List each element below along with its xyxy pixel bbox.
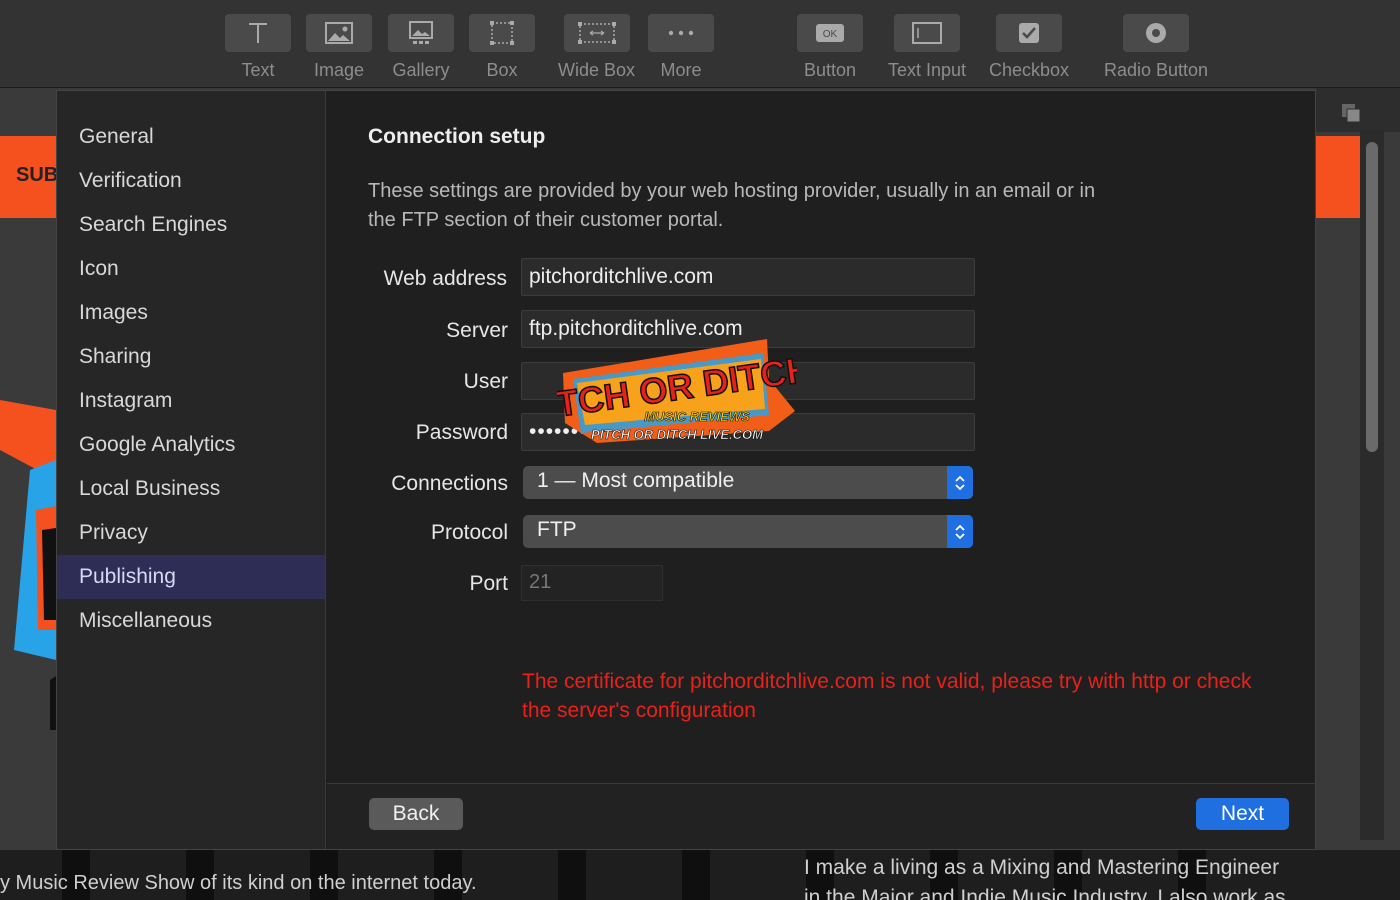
pitch-or-ditch-logo: PITCH OR DITCH MUSIC REVIEWS PITCH OR DI… [557,339,797,443]
toolbar-label: Gallery [392,60,450,80]
toolbar-image-button[interactable]: Image [306,14,372,81]
page-title: Connection setup [368,125,546,148]
sidebar-item-privacy[interactable]: Privacy [57,511,325,555]
toolbar-wide-box-button[interactable]: Wide Box [558,14,635,81]
sidebar-item-publishing[interactable]: Publishing [57,555,325,599]
toolbar-box-button[interactable]: Box [469,14,535,81]
password-label: Password [415,421,508,444]
text-icon [249,23,267,43]
protocol-label: Protocol [430,521,508,544]
text-input-icon [912,22,943,44]
more-icon [668,30,694,36]
toolbar-label: Wide Box [558,60,636,80]
connections-label: Connections [391,472,508,495]
web-address-field[interactable]: pitchorditchlive.com [521,258,975,296]
connections-select[interactable]: 1 — Most compatible [523,466,973,499]
svg-text:PITCH OR DITCH LIVE.COM: PITCH OR DITCH LIVE.COM [591,427,764,442]
site-sub-text: SUB [16,164,59,186]
checkbox-icon [1019,23,1040,43]
toolbar-label: Button [803,60,857,80]
sidebar-item-instagram[interactable]: Instagram [57,379,325,423]
site-comic-art [0,400,56,730]
button-icon: OK [816,24,844,42]
toolbar-label: Checkbox [989,60,1070,80]
toolbar-more-button[interactable]: More [648,14,714,81]
toolbar-label: More [660,60,702,80]
sidebar-item-general[interactable]: General [57,115,325,159]
sidebar-item-local-business[interactable]: Local Business [57,467,325,511]
publishing-panel: Connection setup These settings are prov… [327,91,1315,783]
sidebar-item-verification[interactable]: Verification [57,159,325,203]
radio-button-icon [1146,23,1167,43]
site-orange-banner-right [1316,136,1360,218]
box-icon [490,21,514,45]
settings-sidebar: General Verification Search Engines Icon… [57,91,326,849]
sidebar-item-icon[interactable]: Icon [57,247,325,291]
toolbar-button-button[interactable]: OK Button [797,14,863,81]
certificate-error-message: The certificate for pitchorditchlive.com… [522,670,1252,722]
toolbar-label: Text [241,60,275,80]
site-settings-dialog: General Verification Search Engines Icon… [56,90,1316,850]
toolbar-text-input-button[interactable]: Text Input [888,14,966,81]
toolbar-gallery-button[interactable]: Gallery [388,14,454,81]
toolbar-label: Box [486,60,518,80]
site-text-right-line2: in the Major and Indie Music Industry. I… [804,886,1286,900]
port-label: Port [469,572,508,595]
insert-toolbar: Text Image Gallery Box Wide Box More OK … [0,0,1400,88]
toolbar-checkbox-button[interactable]: Checkbox [989,14,1069,81]
sidebar-item-google-analytics[interactable]: Google Analytics [57,423,325,467]
site-text-right: I make a living as a Mixing and Masterin… [804,856,1280,879]
server-label: Server [446,319,508,342]
sidebar-item-miscellaneous[interactable]: Miscellaneous [57,599,325,643]
next-button[interactable]: Next [1196,798,1289,830]
toolbar-text-button[interactable]: Text [225,14,291,81]
sidebar-item-sharing[interactable]: Sharing [57,335,325,379]
site-scrollbar-thumb[interactable] [1366,142,1378,452]
toolbar-label: Image [313,60,365,80]
protocol-select[interactable]: FTP [523,515,973,548]
toolbar-radio-button-button[interactable]: Radio Button [1104,14,1208,81]
dialog-footer: Back Next [327,783,1315,849]
wide-box-icon [577,22,616,44]
back-button[interactable]: Back [369,798,463,830]
web-address-label: Web address [383,267,507,290]
port-field[interactable]: 21 [521,565,663,601]
site-text-left: y Music Review Show of its kind on the i… [0,872,477,894]
image-icon [325,22,353,44]
sidebar-item-images[interactable]: Images [57,291,325,335]
description-text: These settings are provided by your web … [368,180,1096,231]
toolbar-label: Text Input [888,60,967,80]
user-label: User [463,370,508,393]
stepper-arrows-icon [947,515,973,548]
connections-value: 1 — Most compatible [537,469,735,492]
toolbar-label: Radio Button [1104,60,1209,80]
svg-text:OK: OK [823,29,838,40]
stepper-arrows-icon [947,466,973,499]
svg-text:MUSIC REVIEWS: MUSIC REVIEWS [644,409,750,424]
protocol-value: FTP [537,518,577,541]
duplicate-icon[interactable] [1340,102,1362,124]
gallery-icon [409,21,433,44]
sidebar-item-search-engines[interactable]: Search Engines [57,203,325,247]
